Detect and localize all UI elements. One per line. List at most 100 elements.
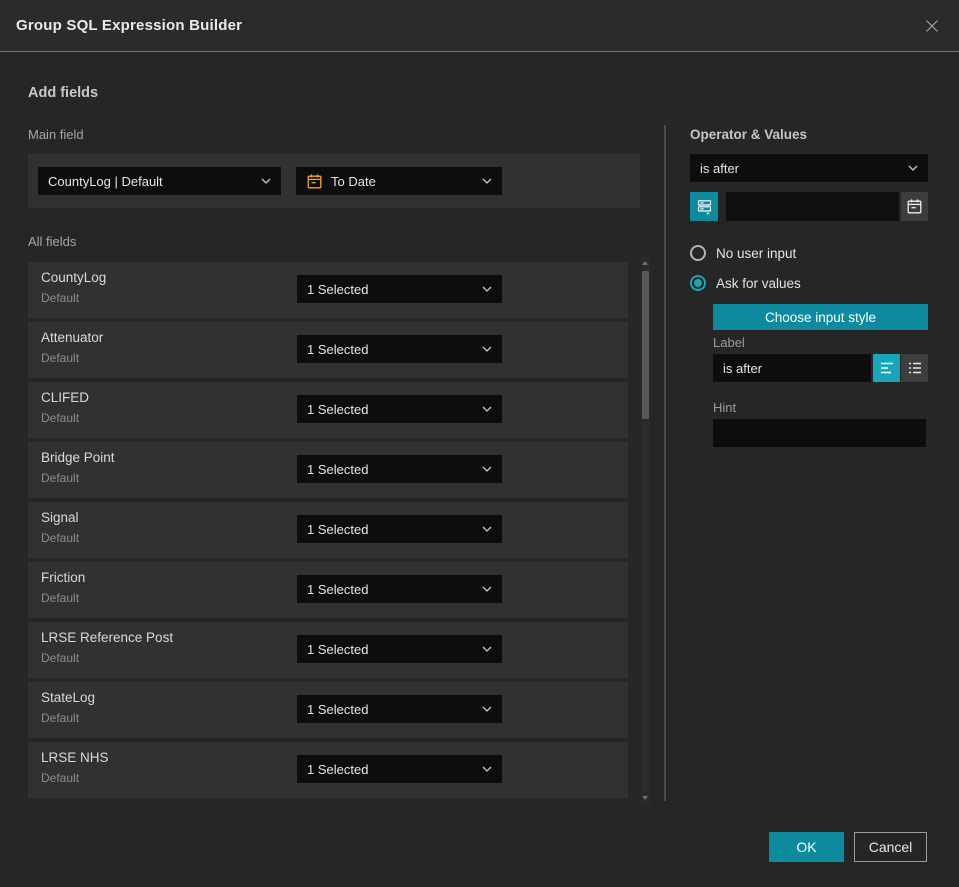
field-name: CountyLog (41, 270, 107, 285)
radio-icon (690, 275, 706, 291)
scrollbar-thumb[interactable] (642, 271, 649, 419)
radio-icon (690, 245, 706, 261)
field-selected-value: 1 Selected (307, 341, 369, 357)
add-fields-heading: Add fields (28, 85, 99, 101)
radio-label: Ask for values (716, 275, 801, 291)
chevron-down-icon (482, 766, 492, 772)
field-subtitle: Default (41, 291, 80, 305)
list-style-icon (908, 362, 921, 374)
panel-divider (664, 125, 666, 801)
choose-input-style-button[interactable]: Choose input style (713, 304, 928, 330)
field-subtitle: Default (41, 351, 80, 365)
field-selected-dropdown[interactable]: 1 Selected (297, 335, 502, 363)
main-field-select-value: CountyLog | Default (48, 173, 163, 189)
dialog-header: Group SQL Expression Builder (0, 0, 959, 52)
list-scrollbar[interactable] (641, 257, 650, 804)
ok-button[interactable]: OK (769, 832, 844, 862)
chevron-down-icon (482, 466, 492, 472)
field-row: Signal Default 1 Selected (28, 502, 628, 558)
field-name: CLIFED (41, 390, 90, 405)
scroll-up-icon[interactable] (642, 261, 648, 265)
chevron-down-icon (482, 406, 492, 412)
hint-input[interactable] (713, 419, 926, 447)
chevron-down-icon (482, 646, 492, 652)
scroll-down-icon[interactable] (642, 796, 648, 800)
chevron-down-icon (482, 706, 492, 712)
field-name: Signal (41, 510, 79, 525)
value-input-row (690, 192, 928, 221)
radio-label: No user input (716, 245, 797, 261)
field-subtitle: Default (41, 591, 80, 605)
field-name: Attenuator (41, 330, 104, 345)
field-subtitle: Default (41, 531, 80, 545)
field-name: StateLog (41, 690, 96, 705)
field-selected-value: 1 Selected (307, 521, 369, 537)
field-selected-dropdown[interactable]: 1 Selected (297, 635, 502, 663)
field-selected-dropdown[interactable]: 1 Selected (297, 275, 502, 303)
main-field-panel: CountyLog | Default To Date (28, 154, 640, 208)
field-selected-dropdown[interactable]: 1 Selected (297, 575, 502, 603)
cancel-button[interactable]: Cancel (854, 832, 927, 862)
label-input[interactable] (713, 354, 871, 382)
field-selected-value: 1 Selected (307, 401, 369, 417)
radio-no-user-input[interactable]: No user input (690, 245, 796, 261)
field-selected-value: 1 Selected (307, 641, 369, 657)
field-selected-dropdown[interactable]: 1 Selected (297, 395, 502, 423)
field-selected-value: 1 Selected (307, 761, 369, 777)
align-left-icon (880, 362, 893, 374)
chevron-down-icon (482, 346, 492, 352)
field-subtitle: Default (41, 411, 80, 425)
date-picker-button[interactable] (901, 192, 928, 221)
field-row: Friction Default 1 Selected (28, 562, 628, 618)
field-row: StateLog Default 1 Selected (28, 682, 628, 738)
field-row: LRSE Reference Post Default 1 Selected (28, 622, 628, 678)
field-row: Bridge Point Default 1 Selected (28, 442, 628, 498)
field-selected-dropdown[interactable]: 1 Selected (297, 515, 502, 543)
operator-select[interactable]: is after (690, 154, 928, 182)
field-name: LRSE NHS (41, 750, 109, 765)
main-field-select[interactable]: CountyLog | Default (38, 167, 281, 195)
field-row: LRSE NHS Default 1 Selected (28, 742, 628, 798)
calendar-picker-icon (907, 199, 922, 214)
field-row: CLIFED Default 1 Selected (28, 382, 628, 438)
field-subtitle: Default (41, 651, 80, 665)
single-line-style-button[interactable] (873, 354, 900, 382)
field-subtitle: Default (41, 711, 80, 725)
field-row: Attenuator Default 1 Selected (28, 322, 628, 378)
hint-caption: Hint (713, 400, 737, 415)
operator-select-value: is after (700, 160, 740, 176)
chevron-down-icon (908, 165, 918, 171)
calendar-icon (306, 173, 323, 190)
date-field-select-value: To Date (331, 173, 376, 189)
chevron-down-icon (482, 286, 492, 292)
value-type-button[interactable] (690, 192, 718, 221)
value-input[interactable] (726, 192, 899, 221)
chevron-down-icon (482, 526, 492, 532)
field-name: Friction (41, 570, 86, 585)
dialog-title: Group SQL Expression Builder (16, 17, 243, 34)
field-selected-dropdown[interactable]: 1 Selected (297, 755, 502, 783)
field-selected-value: 1 Selected (307, 281, 369, 297)
all-fields-list: CountyLog Default 1 Selected Attenuator … (28, 262, 628, 802)
main-field-heading: Main field (28, 127, 84, 142)
field-selected-dropdown[interactable]: 1 Selected (297, 695, 502, 723)
field-subtitle: Default (41, 471, 80, 485)
field-selected-value: 1 Selected (307, 701, 369, 717)
chevron-down-icon (482, 586, 492, 592)
operator-values-heading: Operator & Values (690, 127, 808, 142)
field-subtitle: Default (41, 771, 80, 785)
field-row: CountyLog Default 1 Selected (28, 262, 628, 318)
field-selected-dropdown[interactable]: 1 Selected (297, 455, 502, 483)
field-name: LRSE Reference Post (41, 630, 174, 645)
list-style-button[interactable] (901, 354, 928, 382)
chevron-down-icon (261, 178, 271, 184)
unique-values-icon (697, 200, 711, 215)
date-field-select[interactable]: To Date (296, 167, 502, 195)
chevron-down-icon (482, 178, 492, 184)
field-selected-value: 1 Selected (307, 581, 369, 597)
close-button[interactable] (921, 15, 943, 37)
label-input-row (713, 354, 928, 382)
radio-ask-for-values[interactable]: Ask for values (690, 275, 801, 291)
field-name: Bridge Point (41, 450, 115, 465)
group-sql-expression-builder-dialog: Group SQL Expression Builder Add fields … (0, 0, 959, 887)
